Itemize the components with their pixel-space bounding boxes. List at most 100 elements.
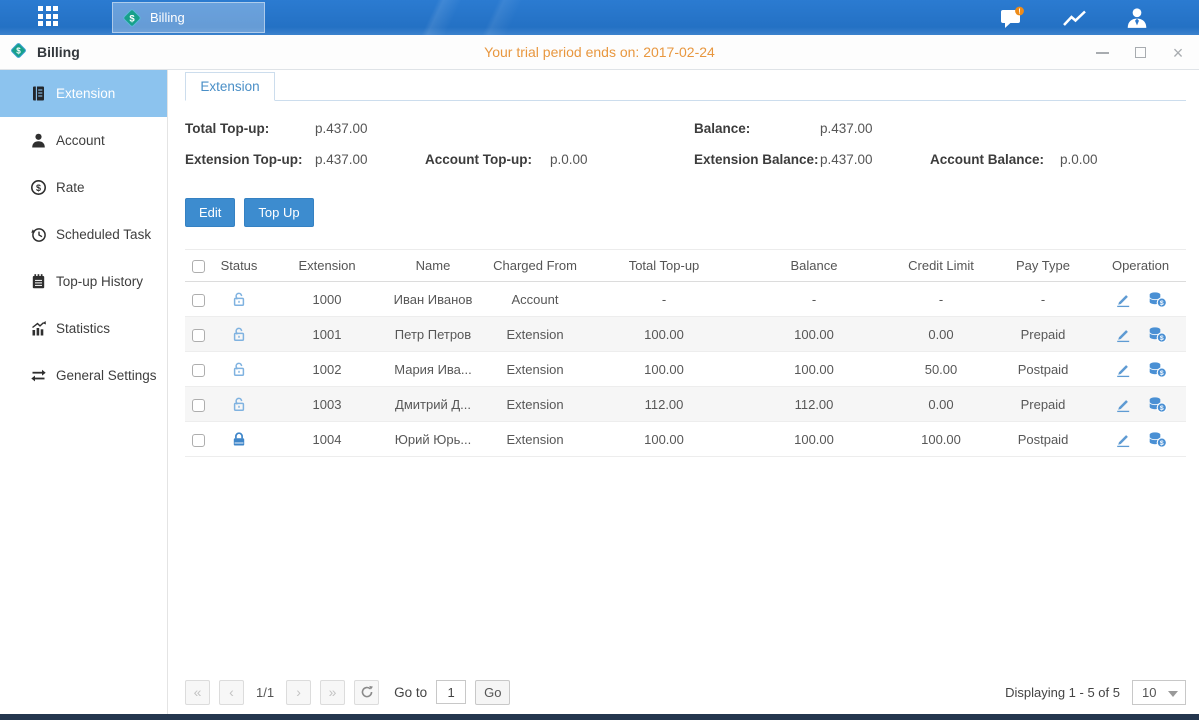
- status-cell: [211, 422, 267, 457]
- operation-cell: $: [1095, 317, 1186, 352]
- lock-closed-icon[interactable]: [230, 430, 248, 448]
- status-cell: [211, 387, 267, 422]
- page-title: Billing: [37, 44, 80, 60]
- status-cell: [211, 317, 267, 352]
- cell-total-topup: 100.00: [591, 352, 737, 387]
- edit-icon[interactable]: [1114, 325, 1132, 343]
- cell-charged-from: Extension: [479, 352, 591, 387]
- cell-balance: 100.00: [737, 422, 891, 457]
- header-checkbox-cell: [185, 250, 211, 282]
- cell-total-topup: 100.00: [591, 317, 737, 352]
- sidebar-item-label: Statistics: [56, 321, 110, 336]
- edit-icon[interactable]: [1114, 360, 1132, 378]
- cell-credit-limit: 50.00: [891, 352, 991, 387]
- topup-icon[interactable]: $: [1148, 325, 1167, 343]
- cell-balance: 100.00: [737, 352, 891, 387]
- edit-icon[interactable]: [1114, 290, 1132, 308]
- svg-text:$: $: [1160, 300, 1164, 307]
- svg-text:!: !: [1018, 8, 1020, 15]
- edit-button[interactable]: Edit: [185, 198, 235, 227]
- table-row: 1001Петр ПетровExtension100.00100.000.00…: [185, 317, 1186, 352]
- status-cell: [211, 282, 267, 317]
- close-icon[interactable]: ×: [1171, 46, 1185, 60]
- cell-extension: 1001: [267, 317, 387, 352]
- sidebar-item-topup-history[interactable]: Top-up History: [0, 258, 167, 305]
- cell-name: Дмитрий Д...: [387, 387, 479, 422]
- row-checkbox[interactable]: [192, 364, 205, 377]
- svg-text:$: $: [1160, 405, 1164, 412]
- statistics-trend-icon[interactable]: [1061, 5, 1089, 31]
- sidebar-item-statistics[interactable]: Statistics: [0, 305, 167, 352]
- next-page-button[interactable]: ›: [286, 680, 311, 705]
- displaying-text: Displaying 1 - 5 of 5: [1005, 685, 1120, 700]
- maximize-icon[interactable]: [1133, 46, 1147, 60]
- sidebar-item-label: Account: [56, 133, 105, 148]
- edit-icon[interactable]: [1114, 395, 1132, 413]
- cell-name: Петр Петров: [387, 317, 479, 352]
- cell-balance: 100.00: [737, 317, 891, 352]
- cell-balance: 112.00: [737, 387, 891, 422]
- content-area: Extension Account $ Rate: [0, 70, 1199, 714]
- lock-open-icon[interactable]: [230, 395, 248, 413]
- go-button[interactable]: Go: [475, 680, 510, 705]
- topbar-tab-billing[interactable]: $ Billing: [112, 2, 265, 33]
- goto-page-input[interactable]: [436, 680, 466, 704]
- notepad-icon: [29, 273, 47, 291]
- top-bar: $ Billing !: [0, 0, 1199, 35]
- extension-topup-label: Extension Top-up:: [185, 152, 303, 167]
- person-icon: [29, 132, 47, 150]
- header-balance: Balance: [737, 250, 891, 282]
- first-page-button[interactable]: «: [185, 680, 210, 705]
- user-icon[interactable]: [1123, 5, 1151, 31]
- row-checkbox-cell: [185, 282, 211, 317]
- lock-open-icon[interactable]: [230, 290, 248, 308]
- sidebar-item-rate[interactable]: $ Rate: [0, 164, 167, 211]
- arrows-swap-icon: [29, 367, 47, 385]
- row-checkbox[interactable]: [192, 294, 205, 307]
- cell-extension: 1000: [267, 282, 387, 317]
- total-topup-label: Total Top-up:: [185, 121, 269, 136]
- minimize-icon[interactable]: [1095, 46, 1109, 60]
- header-charged-from: Charged From: [479, 250, 591, 282]
- table-row: 1002Мария Ива...Extension100.00100.0050.…: [185, 352, 1186, 387]
- cell-charged-from: Extension: [479, 317, 591, 352]
- row-checkbox-cell: [185, 352, 211, 387]
- page-indicator: 1/1: [253, 685, 277, 700]
- row-checkbox[interactable]: [192, 399, 205, 412]
- row-checkbox[interactable]: [192, 434, 205, 447]
- lock-open-icon[interactable]: [230, 325, 248, 343]
- title-bar: $ Billing Your trial period ends on: 201…: [0, 35, 1199, 70]
- topbar-tab-label: Billing: [150, 10, 185, 25]
- select-all-checkbox[interactable]: [192, 260, 205, 273]
- bottom-edge-strip: [0, 714, 1199, 720]
- sidebar-item-extension[interactable]: Extension: [0, 70, 167, 117]
- messages-icon[interactable]: !: [999, 5, 1027, 31]
- edit-icon[interactable]: [1114, 430, 1132, 448]
- last-page-button[interactable]: »: [320, 680, 345, 705]
- tab-extension[interactable]: Extension: [185, 72, 275, 101]
- balance-value: p.437.00: [820, 121, 873, 136]
- topup-icon[interactable]: $: [1148, 290, 1167, 308]
- refresh-icon[interactable]: [354, 680, 379, 705]
- topup-icon[interactable]: $: [1148, 395, 1167, 413]
- lock-open-icon[interactable]: [230, 360, 248, 378]
- pagination-bar: « ‹ 1/1 › » Go to Go Displayi: [185, 678, 1186, 706]
- header-name: Name: [387, 250, 479, 282]
- extension-balance-label: Extension Balance:: [694, 152, 819, 167]
- sidebar-item-general-settings[interactable]: General Settings: [0, 352, 167, 399]
- header-total-topup: Total Top-up: [591, 250, 737, 282]
- sidebar-item-scheduled-task[interactable]: Scheduled Task: [0, 211, 167, 258]
- cell-credit-limit: 0.00: [891, 317, 991, 352]
- extension-balance-value: p.437.00: [820, 152, 873, 167]
- row-checkbox[interactable]: [192, 329, 205, 342]
- cell-name: Юрий Юрь...: [387, 422, 479, 457]
- page-size-select[interactable]: 10: [1132, 680, 1186, 705]
- row-checkbox-cell: [185, 317, 211, 352]
- operation-cell: $: [1095, 387, 1186, 422]
- topup-icon[interactable]: $: [1148, 430, 1167, 448]
- app-grid-icon[interactable]: [38, 6, 62, 30]
- sidebar-item-account[interactable]: Account: [0, 117, 167, 164]
- top-up-button[interactable]: Top Up: [244, 198, 313, 227]
- prev-page-button[interactable]: ‹: [219, 680, 244, 705]
- topup-icon[interactable]: $: [1148, 360, 1167, 378]
